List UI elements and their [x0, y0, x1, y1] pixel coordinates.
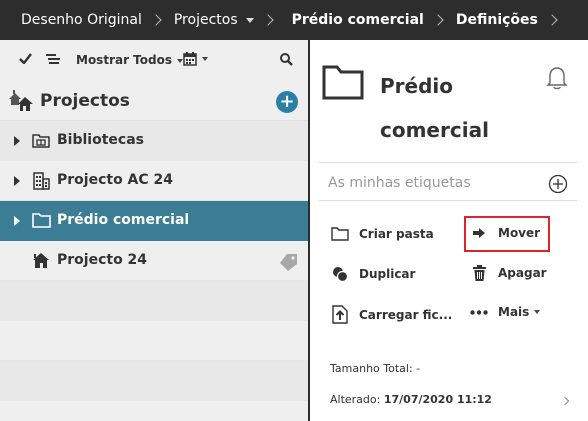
tree-row-label: Bibliotecas: [57, 132, 144, 148]
action-label: Carregar fic...: [359, 307, 453, 322]
tag-icon[interactable]: [279, 253, 299, 275]
total-size-info: Tamanho Total: -: [330, 362, 420, 375]
tree-row-bibliotecas[interactable]: Bibliotecas: [0, 121, 308, 161]
tree-row-empty: [0, 361, 308, 401]
show-all-filter[interactable]: Mostrar Todos: [76, 53, 183, 67]
tree-toolbar: Mostrar Todos: [0, 40, 308, 81]
upload-file-button[interactable]: Carregar fic...: [330, 305, 452, 324]
move-button[interactable]: Mover: [469, 226, 540, 240]
upload-file-icon: [330, 305, 350, 324]
expand-arrow-icon[interactable]: [14, 136, 20, 146]
projects-title: Projectos: [40, 91, 130, 111]
select-check-icon[interactable]: [19, 53, 32, 64]
delete-button[interactable]: Apagar: [469, 265, 547, 281]
add-project-button[interactable]: +: [276, 91, 298, 113]
breadcrumb-item-definicoes[interactable]: Definições: [456, 12, 538, 28]
calendar-filter[interactable]: [183, 52, 208, 66]
breadcrumb-label: Projectos: [173, 12, 238, 28]
tree-row-label: Prédio comercial: [57, 212, 190, 228]
create-folder-button[interactable]: Criar pasta: [330, 226, 434, 241]
breadcrumb-label: Desenho Original: [21, 12, 142, 28]
breadcrumb-separator-icon: [150, 14, 162, 26]
tree-row-label: Projecto AC 24: [57, 172, 174, 188]
breadcrumb-item-projectos[interactable]: Projectos: [174, 12, 254, 28]
divider: [319, 200, 577, 201]
more-dots-icon: [469, 309, 489, 315]
trash-icon: [469, 265, 489, 281]
project-tree-panel: Mostrar Todos Projectos + Bibliotecas Pr…: [0, 40, 308, 421]
projects-header: Projectos +: [0, 81, 308, 121]
calendar-icon: [183, 52, 197, 66]
bell-icon[interactable]: [546, 66, 568, 94]
modified-info[interactable]: Alterado: 17/07/2020 11:12: [330, 393, 492, 406]
total-size-value: -: [416, 362, 421, 375]
duplicate-icon: [330, 265, 350, 283]
breadcrumb-separator-icon: [546, 14, 558, 26]
details-panel: Prédio comercial As minhas etiquetas Cri…: [310, 40, 588, 421]
building-icon: [32, 172, 50, 194]
expand-arrow-icon[interactable]: [14, 176, 20, 186]
tree-row-label: Projecto 24: [57, 252, 148, 268]
arrow-right-icon: [469, 227, 489, 239]
search-icon[interactable]: [280, 53, 293, 66]
projects-icon: [8, 90, 34, 116]
folder-icon: [322, 64, 364, 104]
house-icon: [32, 252, 50, 273]
filter-label: Mostrar Todos: [76, 53, 172, 67]
action-label: Duplicar: [359, 267, 416, 281]
folder-icon: [32, 212, 51, 232]
page-title: Prédio comercial: [380, 74, 489, 142]
list-view-icon[interactable]: [46, 54, 60, 65]
tree-row-projecto-ac-24[interactable]: Projecto AC 24: [0, 161, 308, 201]
tree-row-projecto-24[interactable]: Projecto 24: [0, 241, 308, 281]
breadcrumb-separator-icon: [432, 14, 444, 26]
folder-outline-icon: [330, 226, 350, 241]
chevron-down-icon: [202, 57, 208, 61]
divider: [319, 162, 577, 163]
breadcrumb-label: Prédio comercial: [291, 12, 424, 28]
dropdown-caret-icon[interactable]: [245, 17, 254, 23]
tree-row-empty: [0, 281, 308, 321]
more-button[interactable]: Mais: [469, 305, 541, 319]
action-label: Mover: [498, 226, 541, 240]
duplicate-button[interactable]: Duplicar: [330, 265, 415, 283]
breadcrumb-label: Definições: [455, 12, 538, 28]
total-size-label: Tamanho Total:: [330, 362, 413, 375]
breadcrumb-item-predio[interactable]: Prédio comercial: [292, 12, 424, 28]
breadcrumb-separator-icon: [261, 14, 274, 26]
modified-value: 17/07/2020 11:12: [383, 393, 492, 406]
action-label: Criar pasta: [359, 226, 434, 241]
chevron-down-icon: [534, 310, 541, 314]
my-tags-input[interactable]: As minhas etiquetas: [328, 175, 471, 191]
action-label: Apagar: [498, 266, 547, 280]
tree-row-predio-comercial[interactable]: Prédio comercial: [0, 201, 308, 241]
action-label: Mais: [498, 305, 530, 319]
breadcrumb-bar: Desenho Original Projectos Prédio comerc…: [0, 0, 588, 40]
chevron-right-icon[interactable]: [560, 396, 570, 406]
modified-label: Alterado:: [330, 393, 381, 406]
tree-row-empty: [0, 321, 308, 361]
add-tag-icon[interactable]: [548, 174, 568, 198]
breadcrumb-item-original[interactable]: Desenho Original: [21, 12, 142, 28]
library-icon: [32, 132, 50, 152]
expand-arrow-icon[interactable]: [14, 216, 20, 226]
